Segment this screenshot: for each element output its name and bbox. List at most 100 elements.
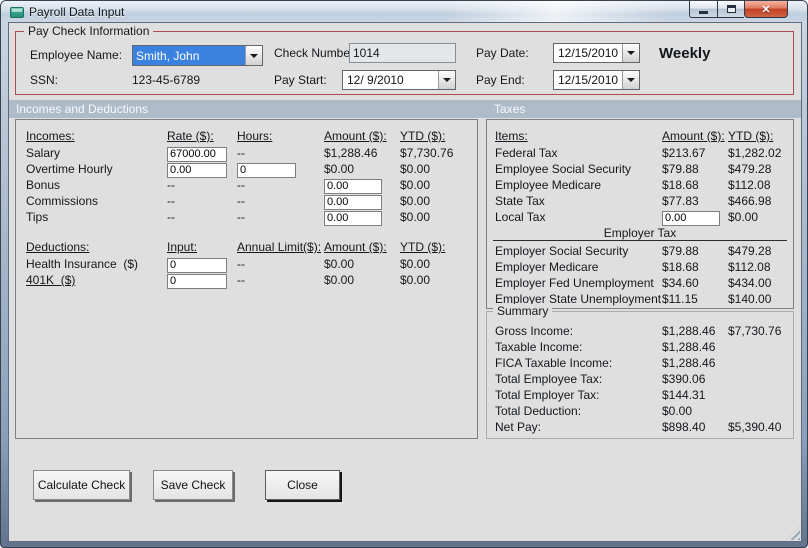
deduction-row: 401K ($) -- $0.00 $0.00 — [16, 271, 477, 289]
ytd-header: YTD ($): — [400, 240, 446, 254]
summary-row-label: Total Employee Tax: — [495, 372, 603, 386]
income-row: Bonus -- -- $0.00 — [16, 176, 477, 194]
pay-date-datepicker[interactable]: 12/15/2010 — [553, 43, 640, 63]
form-icon — [10, 6, 24, 18]
incomes-header-row: Incomes: Rate ($): Hours: Amount ($): YT… — [16, 128, 477, 144]
income-row-value-input[interactable] — [324, 210, 382, 226]
income-row-value: -- — [237, 210, 245, 224]
employer-tax-row-ytd: $140.00 — [728, 292, 772, 306]
income-row-value: $1,288.46 — [324, 146, 378, 160]
income-row: Tips -- -- $0.00 — [16, 208, 477, 226]
calculate-check-button[interactable]: Calculate Check — [33, 470, 130, 500]
maximize-icon[interactable] — [717, 1, 744, 18]
client-area: Pay Check Information Employee Name: Smi… — [9, 23, 801, 541]
income-row-cell — [324, 208, 400, 226]
employee-tax-row-ytd: $466.98 — [728, 194, 772, 208]
employee-tax-row-label: Federal Tax — [495, 146, 558, 160]
deduction-row-value: -- — [237, 257, 245, 271]
deduction-row-cell: $0.00 — [324, 271, 400, 289]
income-row-value: $0.00 — [400, 194, 431, 208]
employee-tax-row-amount — [662, 208, 728, 226]
window-title: Payroll Data Input — [29, 5, 125, 19]
deduction-row-cell — [167, 271, 237, 289]
income-row-label: Commissions — [26, 194, 99, 208]
employee-tax-row-amount-input[interactable] — [662, 210, 720, 226]
income-row-label: Bonus — [26, 178, 61, 192]
employer-tax-row-label: Employer Social Security — [495, 244, 629, 258]
income-row-value: $0.00 — [400, 162, 431, 176]
paycheck-info-title: Pay Check Information — [24, 24, 154, 38]
summary-row: Taxable Income: $1,288.46 — [487, 338, 793, 354]
employee-tax-row-label: Employee Social Security — [495, 162, 632, 176]
pay-frequency-label: Weekly — [659, 45, 711, 62]
employee-tax-row-label: Employee Medicare — [495, 178, 602, 192]
resize-grip-icon[interactable] — [786, 526, 800, 540]
income-row-label: Tips — [26, 210, 49, 224]
check-number-input[interactable] — [349, 43, 456, 63]
chevron-down-icon[interactable] — [622, 44, 639, 62]
summary-row-amount-value: $1,288.46 — [662, 324, 716, 338]
employer-tax-row-ytd: $112.08 — [728, 260, 771, 274]
income-row-value: -- — [167, 178, 175, 192]
summary-row-label: Net Pay: — [495, 420, 542, 434]
chevron-down-icon[interactable] — [438, 71, 455, 89]
employee-tax-row-label: State Tax — [495, 194, 545, 208]
income-row-value: $7,730.76 — [400, 146, 454, 160]
employer-tax-row-amount-value: $79.88 — [662, 244, 699, 258]
employee-tax-row-label: Local Tax — [495, 210, 546, 224]
incomes-deductions-panel: Incomes: Rate ($): Hours: Amount ($): YT… — [15, 119, 478, 439]
minimize-icon[interactable] — [689, 1, 717, 18]
summary-row-amount: $898.40 — [662, 418, 728, 436]
summary-row-amount-value: $0.00 — [662, 404, 693, 418]
ssn-label: SSN: — [30, 73, 59, 87]
summary-row: FICA Taxable Income: $1,288.46 — [487, 354, 793, 370]
deduction-row-value-input[interactable] — [167, 273, 227, 289]
chevron-down-icon[interactable] — [622, 71, 639, 89]
ytd-header: YTD ($): — [728, 129, 774, 143]
summary-row: Gross Income: $1,288.46 $7,730.76 — [487, 322, 793, 338]
summary-row-ytd: $5,390.40 — [728, 420, 782, 434]
pay-start-datepicker[interactable]: 12/ 9/2010 — [342, 70, 456, 90]
save-check-button[interactable]: Save Check — [153, 470, 233, 500]
section-taxes: Taxes — [494, 102, 526, 116]
summary-row-label: Gross Income: — [495, 324, 574, 338]
close-icon[interactable]: ✕ — [744, 1, 788, 18]
income-row: Salary -- $1,288.46 $7,730.76 — [16, 144, 477, 162]
income-row-value: -- — [237, 194, 245, 208]
employee-tax-row-ytd: $0.00 — [728, 210, 759, 224]
pay-end-label: Pay End: — [476, 73, 525, 87]
summary-row-label: Taxable Income: — [495, 340, 583, 354]
pay-end-datepicker[interactable]: 12/15/2010 — [553, 70, 640, 90]
incomes-header: Incomes: — [26, 129, 75, 143]
deduction-row-value: $0.00 — [324, 273, 355, 287]
employee-tax-row-amount-value: $77.83 — [662, 194, 699, 208]
employer-tax-row-amount-value: $34.60 — [662, 276, 699, 290]
income-row-value: -- — [167, 210, 175, 224]
employer-tax-row: Employer Medicare $18.68 $112.08 — [487, 258, 793, 274]
deductions-header-row: Deductions: Input: Annual Limit($): Amou… — [16, 239, 477, 255]
employee-tax-row-ytd: $479.28 — [728, 162, 772, 176]
deduction-row-value: $0.00 — [400, 273, 431, 287]
summary-row: Total Employee Tax: $390.06 — [487, 370, 793, 386]
ytd-header: YTD ($): — [400, 129, 446, 143]
employer-tax-row-amount-value: $11.15 — [662, 292, 698, 306]
pay-start-label: Pay Start: — [274, 73, 327, 87]
employer-tax-row-ytd: $434.00 — [728, 276, 772, 290]
employee-name-combobox[interactable]: Smith, John — [132, 45, 263, 66]
income-row-label: Overtime Hourly — [26, 162, 113, 176]
close-button[interactable]: Close — [265, 470, 340, 500]
summary-row: Total Deduction: $0.00 — [487, 402, 793, 418]
employee-tax-row-amount-value: $213.67 — [662, 146, 706, 160]
deduction-row-value: $0.00 — [400, 257, 431, 271]
employer-tax-row-amount-value: $18.68 — [662, 260, 699, 274]
chevron-down-icon[interactable] — [245, 46, 262, 65]
taxes-panel: Items: Amount ($): YTD ($): Federal Tax $… — [486, 119, 794, 309]
annual-limit-header: Annual Limit($): — [237, 240, 322, 254]
income-row-cell: -- — [237, 208, 324, 226]
ssn-value: 123-45-6789 — [132, 73, 201, 87]
deduction-row-label: 401K ($) — [26, 273, 76, 287]
employer-tax-row: Employer Fed Unemployment $34.60 $434.00 — [487, 274, 793, 290]
section-incomes-deductions: Incomes and Deductions — [16, 102, 149, 116]
income-row-value: -- — [167, 194, 175, 208]
summary-title: Summary — [493, 304, 553, 318]
